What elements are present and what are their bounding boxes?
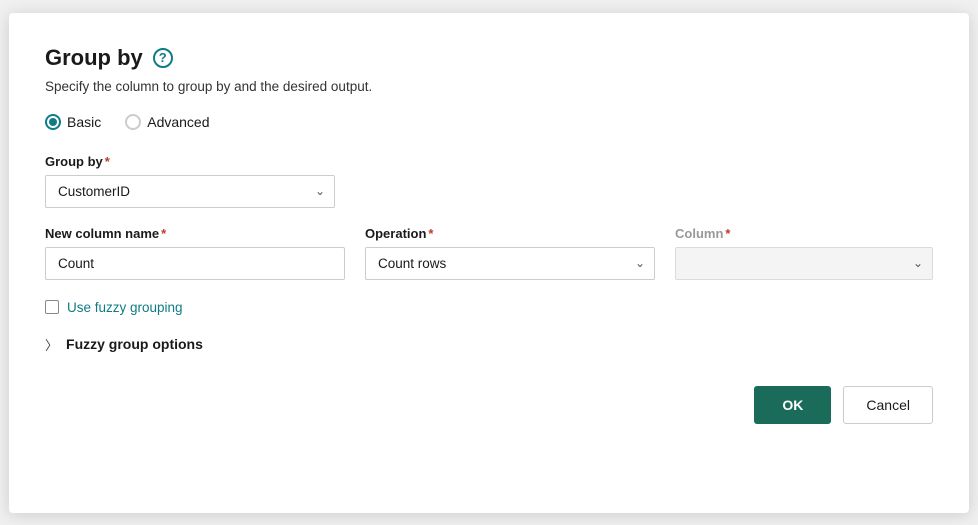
fuzzy-grouping-label[interactable]: Use fuzzy grouping bbox=[67, 300, 183, 315]
radio-advanced[interactable]: Advanced bbox=[125, 114, 209, 130]
operation-section: Operation* Count rows Sum Average Min Ma… bbox=[365, 226, 655, 280]
column-select-wrapper: ⌄ bbox=[675, 247, 933, 280]
ok-button[interactable]: OK bbox=[754, 386, 831, 424]
radio-basic[interactable]: Basic bbox=[45, 114, 101, 130]
cancel-button[interactable]: Cancel bbox=[843, 386, 933, 424]
group-by-label: Group by* bbox=[45, 154, 933, 169]
radio-advanced-circle bbox=[125, 114, 141, 130]
column-section: Column* ⌄ bbox=[675, 226, 933, 280]
dialog-subtitle: Specify the column to group by and the d… bbox=[45, 79, 933, 94]
help-icon[interactable]: ? bbox=[153, 48, 173, 68]
radio-basic-label: Basic bbox=[67, 114, 101, 130]
group-by-select-wrapper: CustomerID OrderID ProductID ⌄ bbox=[45, 175, 335, 208]
dialog-title-row: Group by ? bbox=[45, 45, 933, 71]
new-column-name-section: New column name* bbox=[45, 226, 345, 280]
fuzzy-grouping-row: Use fuzzy grouping bbox=[45, 300, 933, 315]
group-by-section: Group by* CustomerID OrderID ProductID ⌄ bbox=[45, 154, 933, 208]
group-by-select[interactable]: CustomerID OrderID ProductID bbox=[45, 175, 335, 208]
fuzzy-options-label: Fuzzy group options bbox=[66, 336, 203, 352]
operation-select-wrapper: Count rows Sum Average Min Max ⌄ bbox=[365, 247, 655, 280]
columns-row: New column name* Operation* Count rows S… bbox=[45, 226, 933, 280]
new-column-name-input[interactable] bbox=[45, 247, 345, 280]
operation-label: Operation* bbox=[365, 226, 655, 241]
radio-group: Basic Advanced bbox=[45, 114, 933, 130]
group-by-dialog: Group by ? Specify the column to group b… bbox=[9, 13, 969, 513]
dialog-footer: OK Cancel bbox=[45, 386, 933, 424]
fuzzy-options-chevron-icon: 〉 bbox=[45, 335, 58, 354]
operation-select[interactable]: Count rows Sum Average Min Max bbox=[365, 247, 655, 280]
new-column-name-label: New column name* bbox=[45, 226, 345, 241]
radio-basic-circle bbox=[45, 114, 61, 130]
column-label: Column* bbox=[675, 226, 933, 241]
fuzzy-options-row[interactable]: 〉 Fuzzy group options bbox=[45, 335, 933, 354]
column-select[interactable] bbox=[675, 247, 933, 280]
fuzzy-grouping-checkbox[interactable] bbox=[45, 300, 59, 314]
radio-advanced-label: Advanced bbox=[147, 114, 209, 130]
dialog-title: Group by bbox=[45, 45, 143, 71]
